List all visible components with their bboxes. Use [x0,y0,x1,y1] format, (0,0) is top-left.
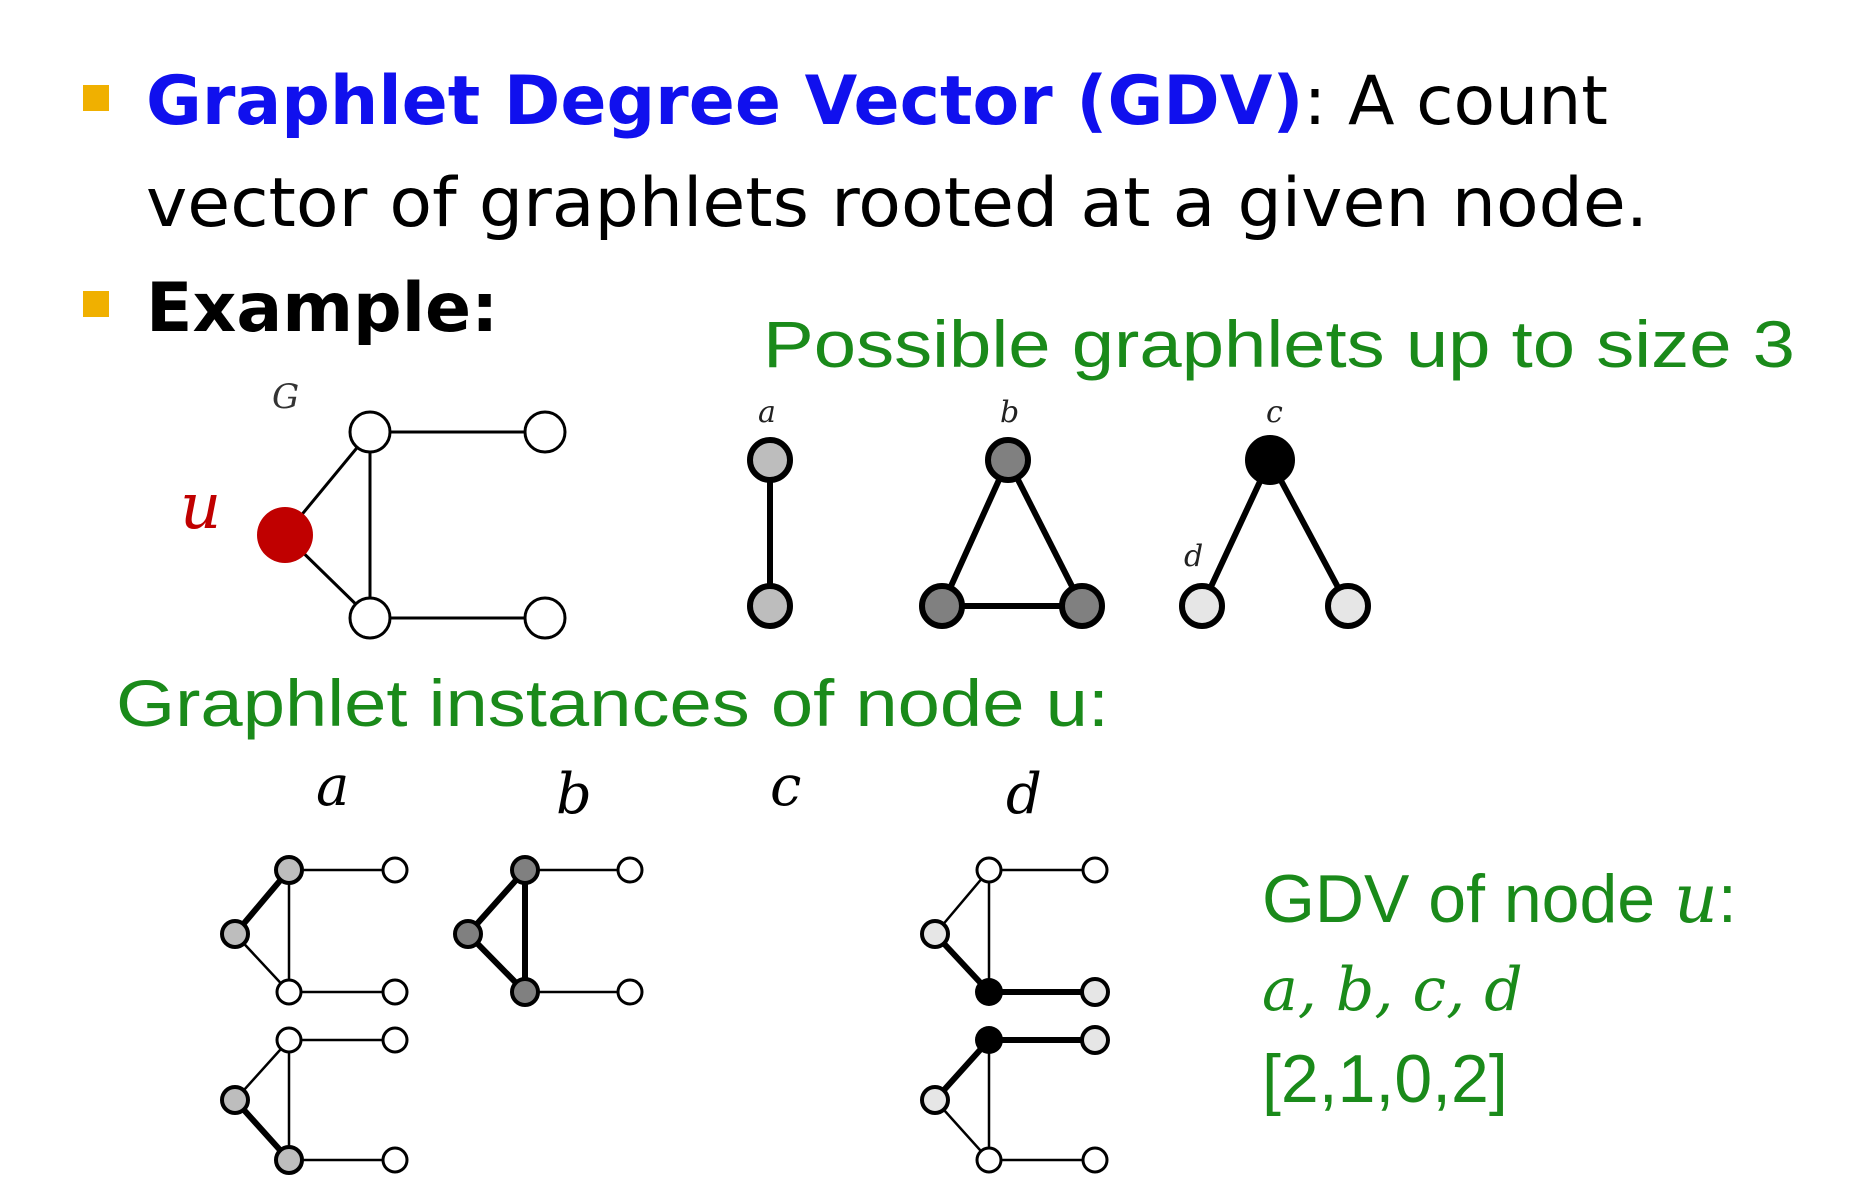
instances-column-c: c [770,754,801,819]
slide: Graphlet Degree Vector (GDV): A count ve… [0,0,1856,1184]
graphlet-b-label: b [1000,395,1019,430]
graphlet-a: a [747,395,793,629]
graphlet-a-label: a [758,395,776,430]
graphlet-instances-title: Graphlet instances of node u: [116,666,1109,740]
graphlet-c-label: c [1266,395,1283,430]
bullet-1-line-1-rest: A count [1348,62,1608,141]
node-u-label: u [180,470,221,544]
instance-a-2 [220,1026,409,1175]
gdv-orbit-labels: a, b, c, d [1262,955,1523,1025]
graphlet-b: b [919,395,1105,629]
graph-g-label: G [272,377,299,417]
gdv-title-prefix: GDV of node [1262,861,1674,937]
graphlet-c: c d [1179,395,1371,629]
bullet-1-line-2: vector of graphlets rooted at a given no… [146,164,1648,243]
possible-graphlets-title: Possible graphlets up to size 3 [763,307,1795,381]
bullet-marker-2 [83,291,109,317]
instance-d-2 [920,1025,1110,1174]
instance-b-1 [453,855,644,1007]
gdv-term: Graphlet Degree Vector (GDV) [146,62,1303,141]
bullet-1-line-1: Graphlet Degree Vector (GDV): A count [146,62,1608,141]
slide-canvas: Graphlet Degree Vector (GDV): A count ve… [83,62,1795,1175]
graph-g-nodes [348,410,567,640]
gdv-title-suffix: : [1718,861,1737,937]
graphlet-d-label: d [1184,539,1203,574]
gdv-term-separator: : [1303,62,1348,141]
gdv-title: GDV of node u: [1262,860,1737,939]
example-label: Example: [146,269,498,348]
bullet-marker-1 [83,85,109,111]
gdv-vector: [2,1,0,2] [1262,1041,1508,1117]
instance-d-1 [920,856,1110,1007]
instances-column-d: d [1006,762,1042,827]
instances-column-a: a [316,754,349,819]
gdv-title-var: u [1674,860,1718,939]
node-u [257,507,313,563]
instance-a-1 [220,855,409,1006]
graph-g-edges [283,430,545,620]
graph-g: G u [180,377,567,640]
instances-column-b: b [556,762,592,827]
